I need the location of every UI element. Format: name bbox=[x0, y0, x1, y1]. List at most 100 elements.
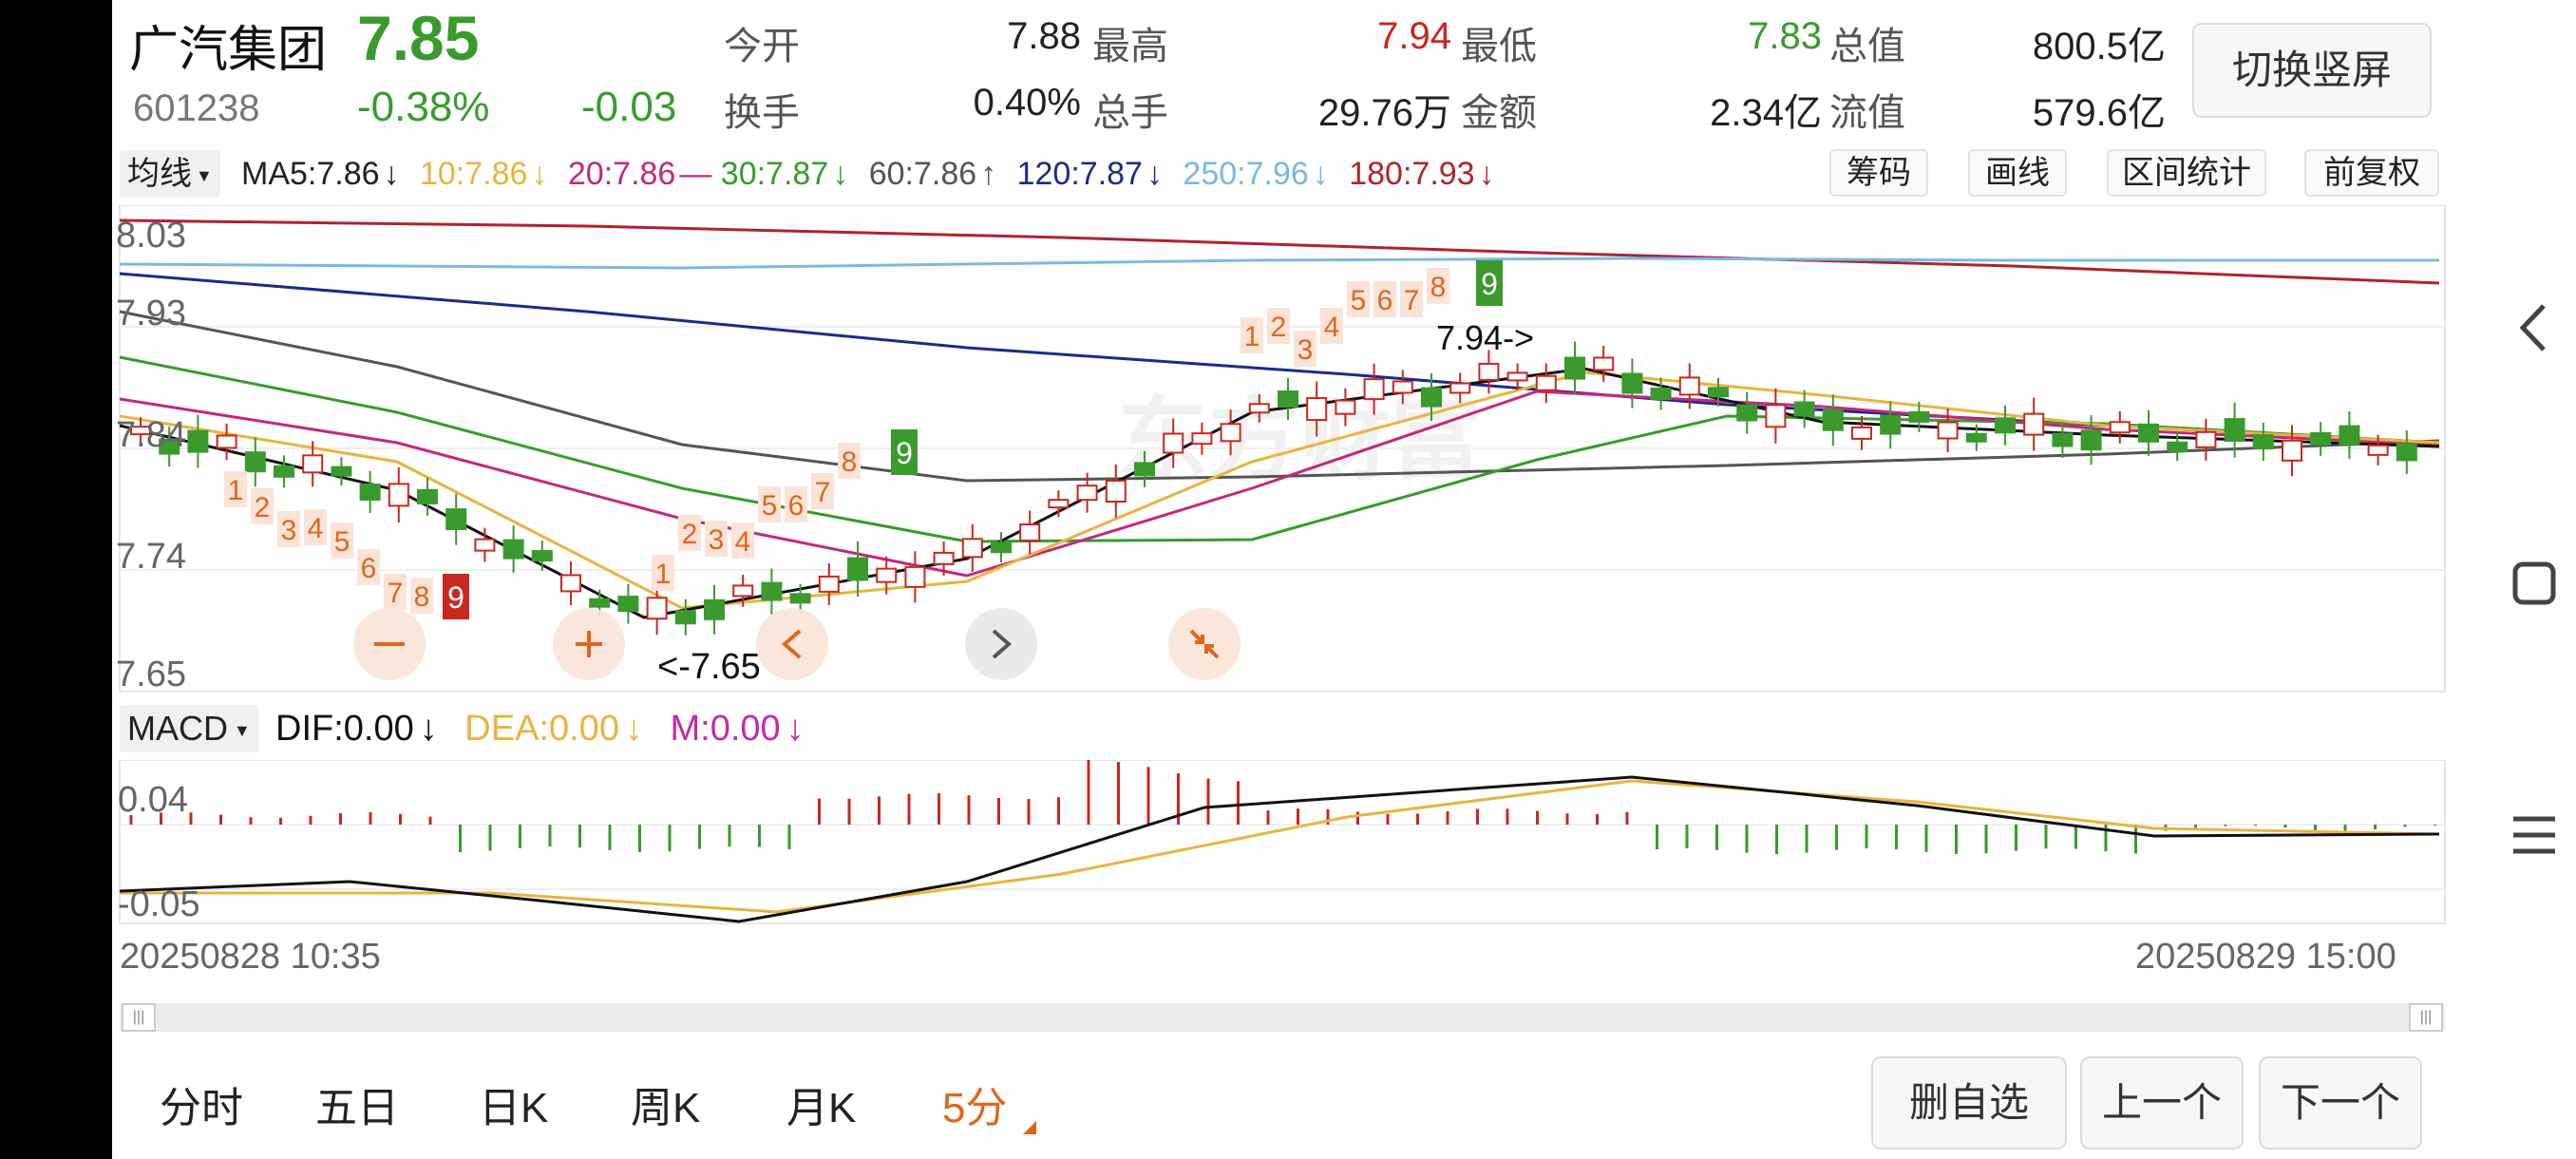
candle-body bbox=[474, 538, 496, 552]
macd-values: DIF:0.00 ↓ DEA:0.00 ↓ M:0.00 ↓ bbox=[275, 705, 805, 752]
draw-line-button[interactable]: 画线 bbox=[1968, 149, 2067, 197]
ma120-arrow-icon: ↓ bbox=[1146, 156, 1163, 192]
candle-body bbox=[1278, 390, 1298, 408]
td-number: 5 bbox=[1351, 285, 1367, 316]
candle-body bbox=[1421, 387, 1442, 408]
float-label: 流值 bbox=[1829, 92, 1905, 134]
td-number: 6 bbox=[361, 553, 377, 584]
candle-body bbox=[302, 454, 324, 474]
candle-body bbox=[1306, 397, 1328, 422]
collapse-icon[interactable] bbox=[1168, 608, 1241, 680]
change-value: -0.03 bbox=[581, 84, 677, 130]
low-label: 最低 bbox=[1461, 26, 1537, 67]
nav-home-icon[interactable] bbox=[2506, 551, 2563, 618]
candle-body bbox=[2252, 434, 2274, 450]
td-number: 5 bbox=[334, 526, 350, 558]
corner-triangle-icon bbox=[1022, 1121, 1036, 1134]
dropdown-caret-icon: ▼ bbox=[234, 721, 251, 741]
dif-arrow-icon: ↓ bbox=[419, 709, 438, 749]
candle-body bbox=[1965, 432, 1987, 443]
candle-body bbox=[674, 610, 696, 625]
range-stats-button[interactable]: 区间统计 bbox=[2107, 149, 2266, 197]
range-scrollbar[interactable]: ||| ||| bbox=[120, 1003, 2445, 1032]
candle-body bbox=[244, 451, 266, 473]
td-number: 8 bbox=[842, 446, 858, 478]
candle-body bbox=[2080, 429, 2102, 451]
candle-body bbox=[1880, 414, 1902, 435]
zoom-out-button[interactable] bbox=[353, 608, 426, 680]
ma10-arrow-icon: ↓ bbox=[531, 156, 548, 192]
candle-body bbox=[1191, 432, 1213, 446]
volume-label: 总手 bbox=[1092, 92, 1168, 134]
crosshair-icon[interactable] bbox=[553, 608, 625, 680]
macd-selector[interactable]: MACD ▼ bbox=[120, 705, 258, 752]
ma30-arrow-icon: ↓ bbox=[832, 156, 849, 192]
candle-body bbox=[560, 574, 581, 593]
scroll-left-button[interactable] bbox=[756, 608, 828, 680]
change-percent: -0.38% bbox=[357, 84, 490, 130]
period-tab-5min[interactable]: 5分 bbox=[942, 1074, 1036, 1134]
candle-body bbox=[1048, 499, 1070, 509]
stock-name: 广汽集团 bbox=[129, 23, 328, 78]
ma250-arrow-icon: ↓ bbox=[1312, 156, 1329, 192]
range-handle-left[interactable]: ||| bbox=[122, 1003, 156, 1032]
candle-body bbox=[1105, 480, 1127, 504]
candle-body bbox=[1478, 362, 1500, 381]
candle-body bbox=[1736, 404, 1758, 422]
candle-body bbox=[2396, 443, 2417, 462]
forward-adjust-button[interactable]: 前复权 bbox=[2304, 149, 2439, 197]
td-number: 1 bbox=[655, 559, 672, 590]
price-axis-label: 7.65 bbox=[116, 655, 186, 694]
candle-body bbox=[2052, 432, 2074, 447]
price-axis-label: 7.74 bbox=[116, 537, 186, 577]
switch-portrait-button[interactable]: 切换竖屏 bbox=[2192, 23, 2432, 118]
candle-body bbox=[646, 597, 668, 620]
macd-chart[interactable]: 0.04 -0.05 bbox=[112, 760, 2449, 925]
period-tab-daily[interactable]: 日K bbox=[479, 1074, 548, 1134]
kline-chart[interactable]: 东方财富 123 4 567 812 3 45 6 781 2345 6 7 8999 8.03 7.… bbox=[112, 205, 2449, 694]
turnover-label: 换手 bbox=[724, 92, 800, 134]
td-number: 6 bbox=[788, 490, 805, 522]
td-final-number: 9 bbox=[447, 580, 464, 615]
ma-values: MA5:7.86 ↓ 10:7.86 ↓ 20:7.86— 30:7.87 ↓ 60:… bbox=[241, 152, 1495, 196]
period-tab-monthly[interactable]: 月K bbox=[786, 1074, 856, 1134]
candle-body bbox=[1851, 426, 1872, 440]
candle-body bbox=[2339, 425, 2360, 446]
open-label: 今开 bbox=[724, 26, 800, 67]
next-stock-button[interactable]: 下一个 bbox=[2259, 1056, 2422, 1150]
candle-body bbox=[331, 466, 352, 477]
ma-selector[interactable]: 均线 ▼ bbox=[120, 150, 220, 198]
ma180-value: 180:7.93 bbox=[1349, 156, 1475, 192]
remove-watchlist-button[interactable]: 删自选 bbox=[1871, 1056, 2067, 1150]
nav-back-icon[interactable] bbox=[2506, 294, 2563, 361]
scroll-right-button[interactable] bbox=[965, 608, 1037, 680]
period-tab-weekly[interactable]: 周K bbox=[631, 1074, 700, 1134]
candle-body bbox=[876, 567, 898, 583]
time-axis-end: 20250829 15:00 bbox=[2135, 937, 2396, 977]
candle-body bbox=[531, 550, 553, 562]
candle-body bbox=[1163, 432, 1184, 454]
td-number: 1 bbox=[1244, 321, 1260, 352]
period-tab-five-day[interactable]: 五日 bbox=[315, 1074, 399, 1134]
candle-body bbox=[2195, 430, 2217, 448]
nav-menu-icon[interactable] bbox=[2506, 802, 2563, 868]
mktcap-value: 800.5亿 bbox=[2032, 26, 2166, 67]
time-axis-start: 20250828 10:35 bbox=[120, 937, 381, 977]
candle-body bbox=[1765, 404, 1787, 428]
td-number: 4 bbox=[1324, 312, 1340, 343]
candle-body bbox=[274, 465, 294, 478]
chips-button[interactable]: 筹码 bbox=[1829, 149, 1928, 197]
candle-body bbox=[1363, 378, 1385, 401]
candle-body bbox=[2138, 423, 2159, 443]
ma30-value: 30:7.87 bbox=[720, 156, 829, 192]
range-handle-right[interactable]: ||| bbox=[2409, 1003, 2443, 1032]
previous-stock-button[interactable]: 上一个 bbox=[2080, 1056, 2244, 1150]
td-number: 6 bbox=[1377, 285, 1393, 316]
high-value: 7.94 bbox=[1377, 15, 1451, 57]
candle-body bbox=[2023, 412, 2045, 436]
candle-body bbox=[1220, 423, 1241, 443]
td-number: 3 bbox=[1297, 334, 1314, 366]
ma20-arrow-icon: — bbox=[679, 156, 712, 192]
td-number: 8 bbox=[414, 581, 430, 613]
period-tab-timeshare[interactable]: 分时 bbox=[160, 1074, 243, 1134]
